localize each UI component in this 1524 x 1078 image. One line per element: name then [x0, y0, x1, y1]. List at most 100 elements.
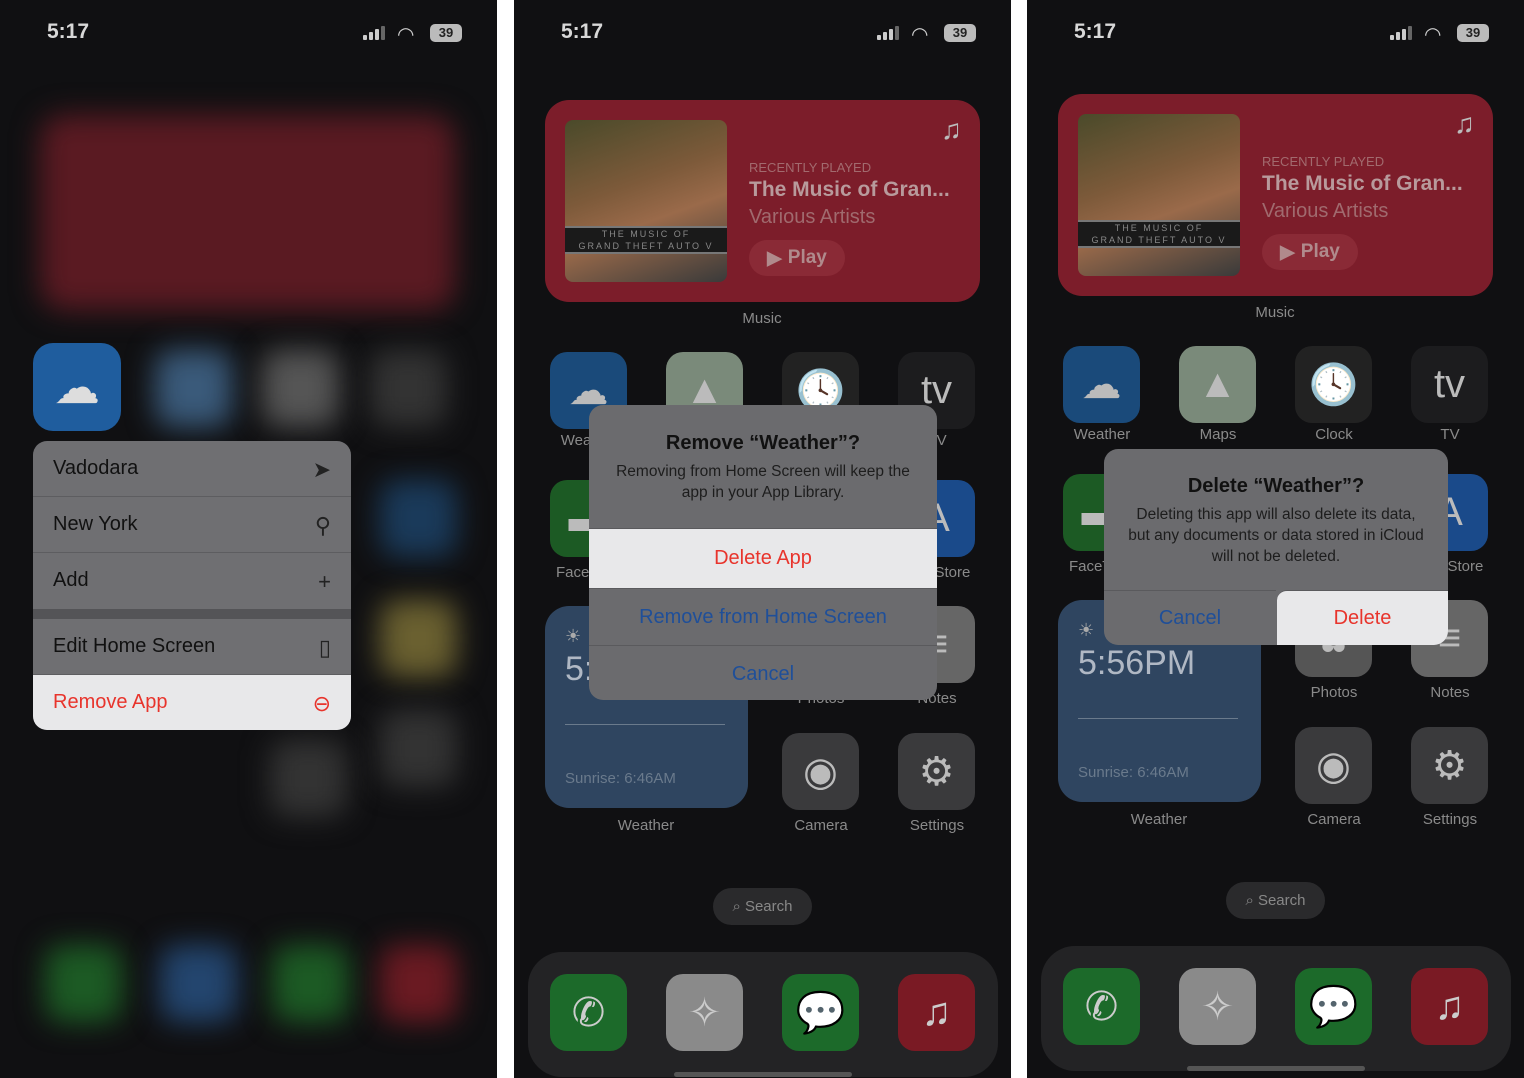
blurred-app-icon: [262, 350, 339, 427]
clock-app-label: Clock: [1315, 426, 1353, 443]
play-label: Play: [787, 247, 827, 268]
home-indicator[interactable]: [1187, 1066, 1365, 1071]
horizon-line: [565, 724, 725, 725]
search-label: Search: [1257, 892, 1306, 909]
search-button[interactable]: ⌕ Search: [1226, 882, 1325, 919]
phone-icon: ▯: [318, 635, 331, 660]
music-widget-label: Music: [742, 310, 782, 327]
album-line: GRAND THEFT AUTO V: [578, 241, 714, 251]
music-widget[interactable]: THE MUSIC OF GRAND THEFT AUTO V ♫ RECENTLY …: [1058, 94, 1493, 296]
wifi-icon: ◠: [911, 24, 929, 46]
panel-remove-dialog: 5:17 ◠ 39 THE MUSIC OF GRAND THEFT AUTO V ♫ RE…: [514, 0, 1011, 1078]
play-button[interactable]: ▶ Play: [1262, 234, 1358, 270]
sunrise-time: Sunrise: 6:46AM: [565, 770, 676, 787]
camera-app-icon[interactable]: ◉: [782, 733, 859, 810]
menu-item-edit-home-screen[interactable]: Edit Home Screen ▯: [33, 619, 351, 675]
search-icon: ⌕: [1245, 892, 1254, 909]
messages-dock-icon[interactable]: 💬: [782, 974, 859, 1051]
album-line: GRAND THEFT AUTO V: [1091, 235, 1227, 245]
phone-dock-icon[interactable]: ✆: [550, 974, 627, 1051]
blurred-dock-icon: [160, 945, 237, 1022]
tv-app-icon[interactable]: tv: [1411, 346, 1488, 423]
menu-item-label: New York: [53, 513, 138, 535]
music-dock-icon[interactable]: ♫: [1411, 968, 1488, 1045]
settings-app-icon[interactable]: ⚙: [898, 733, 975, 810]
music-note-icon: ♫: [1454, 108, 1475, 139]
menu-item-add[interactable]: Add +: [33, 553, 351, 619]
weather-app-icon: ☁: [33, 343, 121, 431]
location-arrow-icon: ➤: [312, 457, 331, 482]
album-title: The Music of Gran...: [1262, 172, 1463, 195]
album-line: THE MUSIC OF: [601, 229, 691, 239]
safari-dock-icon[interactable]: ✧: [1179, 968, 1256, 1045]
music-widget-blurred: [40, 115, 455, 310]
album-title-band: THE MUSIC OF GRAND THEFT AUTO V: [1078, 220, 1240, 248]
music-note-icon: ♫: [941, 114, 962, 145]
cancel-button[interactable]: Cancel: [589, 645, 937, 700]
wifi-icon: ◠: [397, 24, 415, 46]
settings-app-label: Settings: [1422, 811, 1478, 828]
menu-item-remove-app[interactable]: Remove App ⊖: [33, 675, 351, 730]
maps-app-label: Maps: [1199, 426, 1237, 443]
remove-from-home-screen-button[interactable]: Remove from Home Screen: [589, 588, 937, 645]
safari-dock-icon[interactable]: ✧: [666, 974, 743, 1051]
remove-app-dialog: Remove “Weather”? Removing from Home Scre…: [589, 405, 937, 700]
delete-app-dialog: Delete “Weather”? Deleting this app will …: [1104, 449, 1448, 645]
album-line: THE MUSIC OF: [1114, 223, 1204, 233]
camera-app-icon[interactable]: ◉: [1295, 727, 1372, 804]
location-pin-icon: ⚲: [314, 513, 331, 538]
battery-icon: 39: [1457, 24, 1489, 42]
recently-played-label: RECENTLY PLAYED: [1262, 154, 1385, 169]
panel-context-menu: 5:17 ◠ 39 ☁ Vadodara ➤ New York ⚲ Add + Edit Home …: [0, 0, 497, 1078]
clock-app-icon[interactable]: 🕓: [1295, 346, 1372, 423]
blurred-app-icon: [270, 740, 347, 817]
menu-item-label: Vadodara: [53, 457, 139, 479]
battery-icon: 39: [944, 24, 976, 42]
home-indicator[interactable]: [674, 1072, 852, 1077]
weather-widget-time: 5:56PM: [1078, 644, 1196, 682]
weather-widget-label: Weather: [617, 817, 675, 834]
cancel-button[interactable]: Cancel: [1104, 590, 1276, 645]
minus-circle-icon: ⊖: [312, 691, 331, 716]
settings-app-icon[interactable]: ⚙: [1411, 727, 1488, 804]
play-icon: ▶: [767, 247, 782, 269]
messages-dock-icon[interactable]: 💬: [1295, 968, 1372, 1045]
maps-app-icon[interactable]: ▲: [1179, 346, 1256, 423]
search-button[interactable]: ⌕ Search: [713, 888, 812, 925]
phone-dock-icon[interactable]: ✆: [1063, 968, 1140, 1045]
music-widget[interactable]: THE MUSIC OF GRAND THEFT AUTO V ♫ RECENTLY …: [545, 100, 980, 302]
settings-app-label: Settings: [909, 817, 965, 834]
album-artist: Various Artists: [749, 206, 876, 228]
music-dock-icon[interactable]: ♫: [898, 974, 975, 1051]
menu-item-new-york[interactable]: New York ⚲: [33, 497, 351, 553]
photos-app-label: Photos: [1310, 684, 1358, 701]
menu-item-vadodara[interactable]: Vadodara ➤: [33, 441, 351, 497]
weather-app-icon[interactable]: ☁: [1063, 346, 1140, 423]
wifi-icon: ◠: [1424, 24, 1442, 46]
play-button[interactable]: ▶ Play: [749, 240, 845, 276]
dialog-title: Delete “Weather”?: [1187, 475, 1365, 497]
blurred-app-icon: [380, 600, 457, 677]
delete-app-button[interactable]: Delete App: [589, 528, 937, 588]
notes-app-label: Notes: [1430, 684, 1470, 701]
album-title: The Music of Gran...: [749, 178, 950, 201]
signal-icon: [877, 26, 899, 40]
play-label: Play: [1300, 241, 1340, 262]
weather-widget-label: Weather: [1130, 811, 1188, 828]
sunrise-time: Sunrise: 6:46AM: [1078, 764, 1189, 781]
menu-item-label: Remove App: [53, 691, 168, 713]
dialog-title: Remove “Weather”?: [665, 432, 861, 454]
signal-icon: [1390, 26, 1412, 40]
search-icon: ⌕: [732, 898, 741, 915]
dialog-message: Removing from Home Screen will keep the …: [616, 463, 910, 501]
blurred-app-icon: [155, 350, 232, 427]
delete-button[interactable]: Delete: [1277, 590, 1448, 645]
blurred-dock-icon: [45, 945, 122, 1022]
context-menu: Vadodara ➤ New York ⚲ Add + Edit Home Screen ▯ R…: [33, 441, 351, 730]
signal-icon: [363, 26, 385, 40]
blurred-dock-icon: [380, 945, 457, 1022]
blurred-app-icon: [380, 480, 457, 557]
tv-app-label: TV: [1440, 426, 1460, 443]
battery-icon: 39: [430, 24, 462, 42]
music-widget-label: Music: [1255, 304, 1295, 321]
